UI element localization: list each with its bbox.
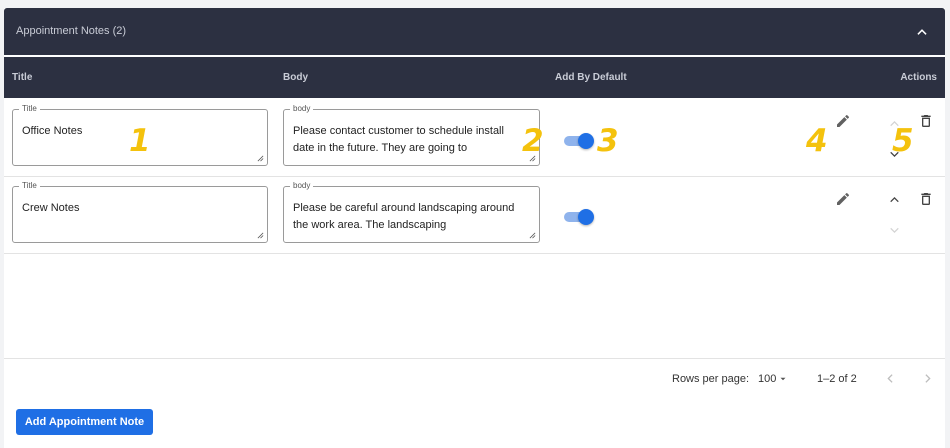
title-field-label: Title (19, 104, 40, 114)
next-page-button[interactable] (918, 369, 936, 387)
title-field-label: Title (19, 181, 40, 191)
appointment-notes-panel: Appointment Notes (2) Title Body Add By … (4, 8, 945, 448)
toggle-knob (578, 209, 594, 225)
chevron-left-icon (886, 373, 893, 383)
edit-button[interactable] (834, 190, 852, 208)
body-field-value[interactable]: Please be careful around landscaping aro… (293, 200, 525, 234)
column-header-actions: Actions (900, 72, 937, 83)
toggle-knob (578, 133, 594, 149)
body-field-label: body (290, 104, 314, 114)
caret-down-icon (780, 377, 786, 381)
resize-grip-icon[interactable] (257, 232, 264, 239)
title-field-value[interactable]: Crew Notes (22, 200, 253, 234)
collapse-button[interactable] (913, 23, 931, 41)
trash-icon (921, 193, 931, 205)
move-up-button[interactable] (885, 190, 903, 208)
column-header-title: Title (12, 72, 33, 83)
add-appointment-note-button[interactable]: Add Appointment Note (16, 409, 153, 435)
pencil-icon (837, 114, 850, 127)
resize-grip-icon[interactable] (257, 155, 264, 162)
move-down-button[interactable] (885, 221, 903, 239)
panel-title: Appointment Notes (2) (16, 25, 127, 37)
footer-divider (4, 358, 945, 359)
title-field[interactable]: Title Crew Notes (12, 181, 268, 243)
body-field-label: body (290, 181, 314, 191)
chevron-up-icon (917, 29, 927, 35)
edit-button[interactable] (834, 112, 852, 130)
callout-2: 2 (522, 123, 544, 159)
chevron-up-icon (889, 196, 899, 202)
resize-grip-icon[interactable] (529, 232, 536, 239)
rows-per-page-select[interactable]: 100 (758, 371, 790, 387)
body-field[interactable]: body Please be careful around landscapin… (283, 181, 540, 243)
trash-icon (921, 115, 931, 127)
callout-1: 1 (129, 123, 151, 159)
rows-per-page-label: Rows per page: (672, 373, 750, 385)
table-header: Title Body Add By Default Actions (4, 57, 945, 98)
callout-3: 3 (597, 123, 619, 159)
body-field-value[interactable]: Please contact customer to schedule inst… (293, 123, 525, 157)
pencil-icon (837, 192, 850, 205)
table-row: Title Crew Notes body Please be careful … (4, 177, 945, 254)
chevron-right-icon (924, 373, 931, 383)
body-field[interactable]: body Please contact customer to schedule… (283, 104, 540, 166)
add-by-default-toggle[interactable] (564, 133, 594, 149)
chevron-down-icon (889, 227, 899, 233)
delete-button[interactable] (917, 190, 935, 208)
previous-page-button[interactable] (881, 369, 899, 387)
callout-4: 4 (806, 123, 828, 159)
callout-5: 5 (892, 123, 914, 159)
rows-per-page-value: 100 (758, 373, 777, 385)
delete-button[interactable] (917, 112, 935, 130)
panel-header[interactable]: Appointment Notes (2) (4, 8, 945, 55)
pagination-range: 1–2 of 2 (817, 373, 857, 385)
column-header-body: Body (283, 72, 308, 83)
add-by-default-toggle[interactable] (564, 209, 594, 225)
column-header-add-by-default: Add By Default (555, 72, 627, 83)
